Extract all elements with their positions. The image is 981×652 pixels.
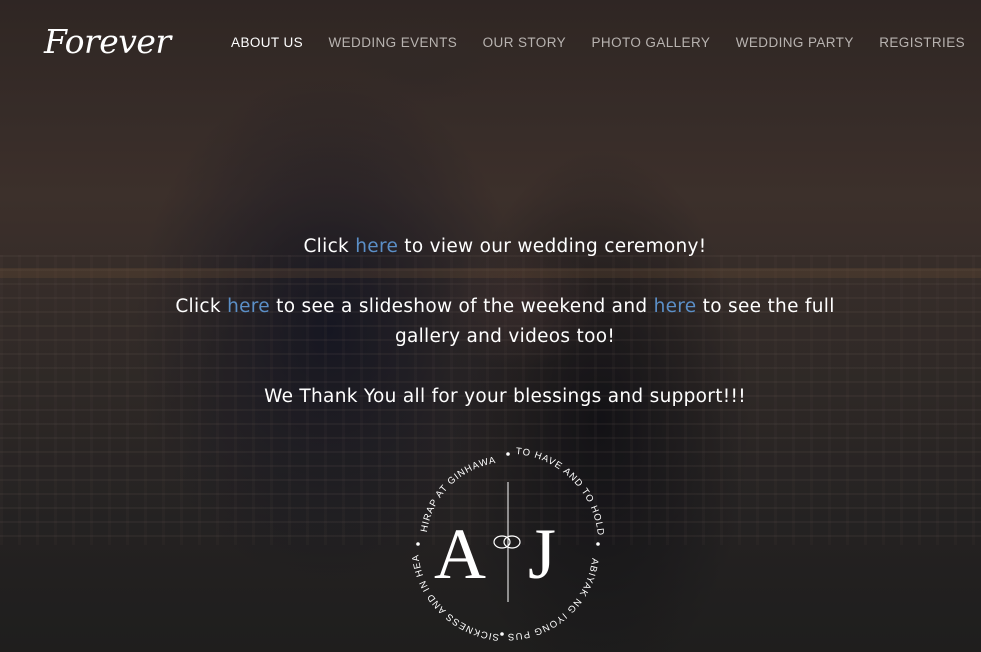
nav-item-about-us[interactable]: ABOUT US [231, 34, 303, 52]
slideshow-link[interactable]: here [227, 296, 270, 317]
site-logo[interactable]: Forever [44, 20, 171, 64]
ceremony-suffix: to view our wedding ceremony! [398, 236, 707, 257]
slideshow-middle: to see a slideshow of the weekend and [269, 296, 654, 317]
ceremony-prefix: Click [303, 236, 356, 257]
monogram-badge: HIRAP AT GINHAWA TO HAVE AND TO HOLD KAB… [404, 436, 608, 644]
monogram-initial-right: J [528, 514, 556, 594]
monogram-initial-left: A [434, 514, 486, 594]
main-nav: ABOUT US WEDDING EVENTS OUR STORY PHOTO … [206, 34, 965, 52]
nav-item-wedding-party[interactable]: WEDDING PARTY [736, 34, 854, 52]
nav-item-photo-gallery[interactable]: PHOTO GALLERY [592, 34, 711, 52]
nav-item-registries[interactable]: REGISTRIES [879, 34, 965, 52]
main-content: Click here to view our wedding ceremony!… [150, 232, 860, 442]
nav-item-our-story[interactable]: OUR STORY [483, 34, 566, 52]
ring-dot-right [596, 542, 600, 546]
site-header: Forever ABOUT US WEDDING EVENTS OUR STOR… [0, 0, 981, 90]
ring-dot-top [506, 452, 510, 456]
gallery-link[interactable]: here [654, 296, 697, 317]
ceremony-link[interactable]: here [355, 236, 398, 257]
page: Forever ABOUT US WEDDING EVENTS OUR STOR… [0, 0, 981, 652]
ceremony-paragraph: Click here to view our wedding ceremony! [150, 232, 860, 262]
ring-dot-bottom [500, 632, 504, 636]
monogram-svg: HIRAP AT GINHAWA TO HAVE AND TO HOLD KAB… [404, 436, 605, 642]
slideshow-prefix: Click [175, 296, 228, 317]
thank-you-text: We Thank You all for your blessings and … [264, 386, 746, 407]
ring-dot-left [416, 542, 420, 546]
nav-item-wedding-events[interactable]: WEDDING EVENTS [329, 34, 458, 52]
wedding-rings-icon [493, 535, 521, 549]
slideshow-paragraph: Click here to see a slideshow of the wee… [150, 292, 860, 352]
